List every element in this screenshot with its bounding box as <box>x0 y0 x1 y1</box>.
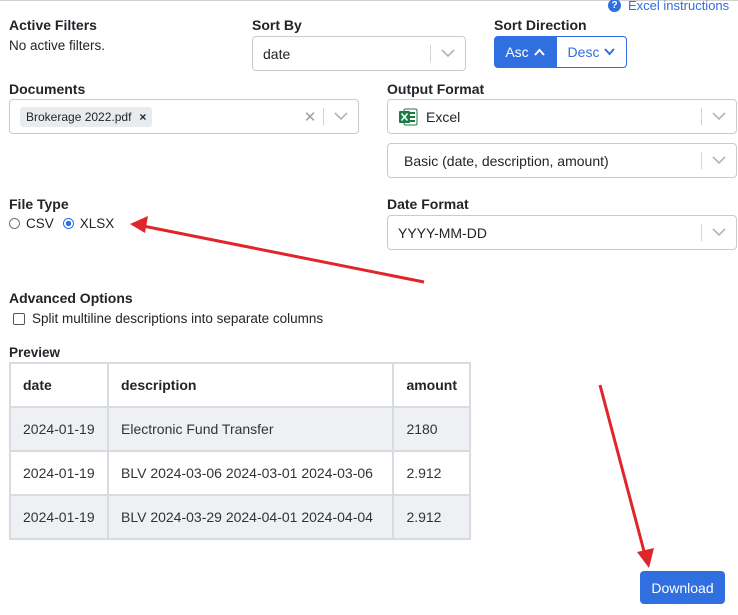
chevron-down-icon[interactable] <box>431 49 465 58</box>
sort-desc-button[interactable]: Desc <box>556 36 627 68</box>
preview-title: Preview <box>9 345 61 360</box>
cell-description: BLV 2024-03-06 2024-03-01 2024-03-06 <box>106 450 395 496</box>
split-multiline-label[interactable]: Split multiline descriptions into separa… <box>32 311 323 326</box>
chevron-down-icon[interactable] <box>702 112 736 121</box>
xlsx-radio[interactable] <box>62 218 74 229</box>
cell-description: BLV 2024-03-29 2024-04-01 2024-04-04 <box>106 494 395 540</box>
sort-asc-label: Asc <box>505 44 529 60</box>
table-row: 2024-01-19 Electronic Fund Transfer 2180 <box>9 406 471 452</box>
sort-by-select[interactable]: date <box>252 36 466 71</box>
split-multiline-checkbox[interactable] <box>13 312 25 325</box>
sort-by-value: date <box>263 45 291 62</box>
excel-instructions-link[interactable]: ? Excel instructions <box>608 0 729 13</box>
cell-amount: 2.912 <box>392 450 471 496</box>
column-header-description: description <box>106 362 395 408</box>
clear-icon[interactable]: ✕ <box>297 108 323 126</box>
active-filters-status: No active filters. <box>9 38 106 53</box>
document-chip-label: Brokerage 2022.pdf <box>26 109 132 124</box>
date-format-title: Date Format <box>387 196 469 212</box>
download-button[interactable]: Download <box>640 571 725 604</box>
output-template-select[interactable]: Basic (date, description, amount) <box>387 143 737 178</box>
cell-description: Electronic Fund Transfer <box>106 406 395 452</box>
sort-desc-label: Desc <box>567 44 600 60</box>
documents-chip-area: Brokerage 2022.pdf × <box>10 106 297 127</box>
output-format-value: Excel <box>426 108 461 125</box>
csv-radio[interactable] <box>9 218 20 229</box>
chevron-down-icon <box>604 48 616 56</box>
cell-date: 2024-01-19 <box>9 450 109 496</box>
sort-direction-title: Sort Direction <box>494 17 587 33</box>
output-format-title: Output Format <box>387 81 485 97</box>
annotation-arrow-download <box>598 384 654 568</box>
active-filters-title: Active Filters <box>9 17 97 33</box>
table-row: 2024-01-19 BLV 2024-03-29 2024-04-01 202… <box>9 494 471 540</box>
cell-amount: 2180 <box>392 406 471 452</box>
document-chip: Brokerage 2022.pdf × <box>20 106 153 127</box>
column-header-date: date <box>9 362 109 408</box>
output-format-select[interactable]: Excel <box>387 99 737 134</box>
sort-asc-button[interactable]: Asc <box>494 36 556 68</box>
chevron-down-icon[interactable] <box>702 156 736 165</box>
excel-icon <box>398 108 418 126</box>
date-format-select[interactable]: YYYY-MM-DD <box>387 215 737 250</box>
date-format-value: YYYY-MM-DD <box>398 224 487 241</box>
documents-select[interactable]: Brokerage 2022.pdf × ✕ <box>9 99 359 134</box>
split-multiline-option: Split multiline descriptions into separa… <box>13 311 323 326</box>
csv-label[interactable]: CSV <box>26 216 54 231</box>
advanced-options-title: Advanced Options <box>9 290 133 306</box>
annotation-arrow-file-type <box>130 216 425 284</box>
chevron-down-icon[interactable] <box>702 228 736 237</box>
table-row: 2024-01-19 BLV 2024-03-06 2024-03-01 202… <box>9 450 471 496</box>
documents-title: Documents <box>9 81 86 97</box>
file-type-title: File Type <box>9 196 69 212</box>
xlsx-label[interactable]: XLSX <box>80 216 115 231</box>
question-icon: ? <box>608 0 621 12</box>
download-label: Download <box>651 579 714 596</box>
table-header-row: date description amount <box>9 362 471 408</box>
output-template-value: Basic (date, description, amount) <box>404 152 609 169</box>
cell-amount: 2.912 <box>392 494 471 540</box>
chevron-down-icon[interactable] <box>324 112 358 121</box>
sort-by-title: Sort By <box>252 17 302 33</box>
excel-instructions-label: Excel instructions <box>628 0 730 13</box>
chip-remove-icon[interactable]: × <box>139 110 146 124</box>
preview-table: date description amount 2024-01-19 Elect… <box>9 362 471 540</box>
cell-date: 2024-01-19 <box>9 494 109 540</box>
column-header-amount: amount <box>392 362 471 408</box>
chevron-up-icon <box>533 48 545 56</box>
cell-date: 2024-01-19 <box>9 406 109 452</box>
file-type-options: CSV XLSX <box>9 216 114 231</box>
